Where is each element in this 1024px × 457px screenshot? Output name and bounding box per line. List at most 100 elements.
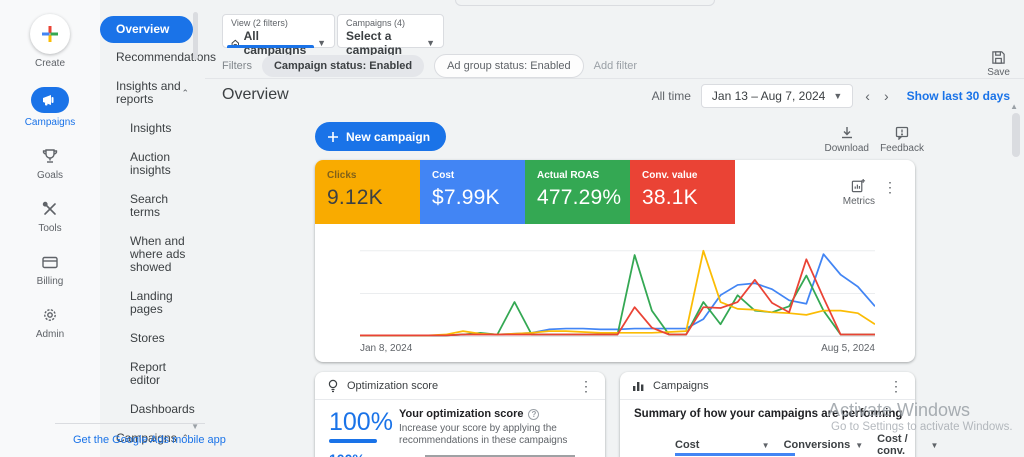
optimization-score-card: Optimization score ⋮ 100% Your optimizat… bbox=[315, 372, 605, 457]
feedback-button[interactable]: Feedback bbox=[880, 126, 924, 154]
cost-per-conv-dropdown[interactable]: Cost / conv.▼ bbox=[877, 433, 938, 457]
chevron-down-icon: ▼ bbox=[855, 441, 863, 450]
overview-chart-panel: Clicks 9.12K Cost $7.99K Actual ROAS 477… bbox=[315, 160, 915, 362]
campaigns-card-header: Campaigns ⋮ bbox=[620, 372, 915, 400]
page-title: Overview bbox=[222, 86, 289, 104]
chevron-down-icon: ▼ bbox=[930, 441, 938, 450]
performance-chart[interactable] bbox=[360, 246, 875, 341]
chevron-down-icon: ▼ bbox=[833, 91, 842, 101]
nav-item-landing-pages[interactable]: Landing pages bbox=[100, 282, 205, 324]
tools-label: Tools bbox=[38, 223, 61, 234]
download-button[interactable]: Download bbox=[825, 126, 869, 154]
create-button[interactable]: Create bbox=[30, 14, 70, 69]
conversions-dropdown[interactable]: Conversions▼ bbox=[784, 433, 864, 457]
nav-item-dashboards[interactable]: Dashboards bbox=[100, 395, 205, 424]
nav-item-search-terms[interactable]: Search terms bbox=[100, 185, 205, 227]
scorecards: Clicks 9.12K Cost $7.99K Actual ROAS 477… bbox=[315, 160, 735, 224]
nav-item-when-and-where-ads-showed[interactable]: When and where ads showed bbox=[100, 227, 205, 282]
campaigns-label: Campaigns bbox=[25, 117, 76, 128]
search-box-partial[interactable] bbox=[455, 0, 715, 6]
feedback-icon bbox=[895, 126, 909, 140]
campaign-selector-label: Campaigns (4) bbox=[346, 18, 435, 28]
metrics-button[interactable]: Metrics bbox=[843, 178, 875, 207]
add-filter-button[interactable]: Add filter bbox=[594, 60, 637, 72]
divider bbox=[205, 78, 1024, 79]
optimization-description: Increase your score by applying the reco… bbox=[399, 423, 594, 447]
optimization-score-value: 100% bbox=[329, 408, 393, 437]
rail-item-tools[interactable]: Tools bbox=[38, 199, 61, 234]
nav-item-recommendations[interactable]: Recommendations bbox=[100, 43, 205, 72]
optimization-card-header: Optimization score ⋮ bbox=[315, 372, 605, 400]
optimization-progress-bar bbox=[329, 439, 377, 443]
create-plus-icon bbox=[30, 14, 70, 54]
save-button[interactable]: Save bbox=[987, 50, 1010, 78]
scorecard-clicks[interactable]: Clicks 9.12K bbox=[315, 160, 420, 224]
rail-item-admin[interactable]: Admin bbox=[36, 305, 64, 340]
scorecard-actual-roas[interactable]: Actual ROAS 477.29% bbox=[525, 160, 630, 224]
create-label: Create bbox=[35, 58, 65, 69]
rail-item-billing[interactable]: Billing bbox=[37, 252, 64, 287]
goals-label: Goals bbox=[37, 170, 63, 181]
chevron-down-icon: ▼ bbox=[317, 38, 326, 48]
nav-item-overview[interactable]: Overview bbox=[100, 16, 193, 43]
nav-item-stores[interactable]: Stores bbox=[100, 324, 205, 353]
campaign-selector[interactable]: Campaigns (4) Select a campaign ▼ bbox=[337, 14, 444, 48]
optimization-heading: Your optimization score ? bbox=[399, 408, 594, 420]
plus-icon bbox=[327, 131, 339, 143]
chart-end-date: Aug 5, 2024 bbox=[821, 343, 875, 354]
chevron-down-icon: ▼ bbox=[426, 38, 435, 48]
help-icon[interactable]: ? bbox=[528, 409, 539, 420]
filter-chip-ad-group-status[interactable]: Ad group status: Enabled bbox=[434, 54, 584, 78]
lightbulb-icon bbox=[327, 379, 339, 393]
cost-dropdown-underline bbox=[675, 453, 795, 456]
campaigns-card-menu[interactable]: ⋮ bbox=[889, 379, 903, 393]
nav-item-auction-insights[interactable]: Auction insights bbox=[100, 143, 205, 185]
nav-item-report-editor[interactable]: Report editor bbox=[100, 353, 205, 395]
chart-start-date: Jan 8, 2024 bbox=[360, 343, 412, 354]
date-range-bar: All time Jan 13 – Aug 7, 2024 ▼ ‹ › Show… bbox=[652, 84, 1010, 108]
view-selector-label: View (2 filters) bbox=[231, 18, 326, 28]
save-icon bbox=[991, 50, 1006, 65]
rail-item-goals[interactable]: Goals bbox=[37, 146, 63, 181]
chevron-up-icon: ⌃ bbox=[181, 87, 189, 100]
view-selector-active-underline bbox=[227, 45, 314, 48]
scorecard-conv-value[interactable]: Conv. value 38.1K bbox=[630, 160, 735, 224]
prev-range-button[interactable]: ‹ bbox=[863, 88, 872, 104]
next-range-button[interactable]: › bbox=[882, 88, 891, 104]
activate-windows-subtext: Go to Settings to activate Windows. bbox=[831, 421, 1013, 433]
main-scrollbar[interactable] bbox=[1012, 113, 1020, 157]
view-selector[interactable]: View (2 filters) All campaigns ▼ bbox=[222, 14, 335, 48]
show-last-30-days-link[interactable]: Show last 30 days bbox=[907, 89, 1010, 103]
main-content: View (2 filters) All campaigns ▼ Campaig… bbox=[205, 0, 1024, 457]
optimization-card-menu[interactable]: ⋮ bbox=[579, 379, 593, 393]
billing-card-icon bbox=[40, 252, 60, 272]
clipped-score-row: 100% bbox=[329, 451, 575, 457]
chevron-down-icon: ▼ bbox=[762, 441, 770, 450]
tools-icon bbox=[40, 199, 60, 219]
bar-chart-icon bbox=[632, 380, 645, 392]
metrics-icon bbox=[851, 178, 866, 193]
chart-x-axis: Jan 8, 2024 Aug 5, 2024 bbox=[360, 343, 875, 354]
mobile-app-label: Get the Google Ads mobile app bbox=[73, 434, 226, 446]
trophy-icon bbox=[40, 146, 60, 166]
panel-more-menu[interactable]: ⋮ bbox=[883, 180, 897, 194]
nav-scrollbar[interactable] bbox=[193, 12, 198, 60]
mobile-app-link[interactable]: Get the Google Ads mobile app bbox=[55, 423, 205, 457]
nav-section-insights-and-reports[interactable]: Insights and reports ⌃ bbox=[100, 72, 205, 114]
scroll-up-icon[interactable]: ▲ bbox=[1010, 102, 1018, 111]
filter-chip-campaign-status[interactable]: Campaign status: Enabled bbox=[262, 55, 424, 77]
billing-label: Billing bbox=[37, 276, 64, 287]
date-range-picker[interactable]: Jan 13 – Aug 7, 2024 ▼ bbox=[701, 84, 853, 108]
activate-windows-watermark: Activate Windows bbox=[828, 400, 970, 421]
left-nav: Overview Recommendations Insights and re… bbox=[100, 0, 205, 457]
new-campaign-button[interactable]: New campaign bbox=[315, 122, 446, 151]
admin-label: Admin bbox=[36, 329, 64, 340]
nav-item-insights[interactable]: Insights bbox=[100, 114, 205, 143]
megaphone-icon bbox=[31, 87, 69, 113]
gear-icon bbox=[40, 305, 60, 325]
rail-item-campaigns[interactable]: Campaigns bbox=[25, 87, 76, 128]
scorecard-cost[interactable]: Cost $7.99K bbox=[420, 160, 525, 224]
campaign-selector-value: Select a campaign bbox=[346, 29, 416, 57]
filters-label: Filters bbox=[222, 60, 252, 72]
overview-chart bbox=[360, 246, 875, 341]
